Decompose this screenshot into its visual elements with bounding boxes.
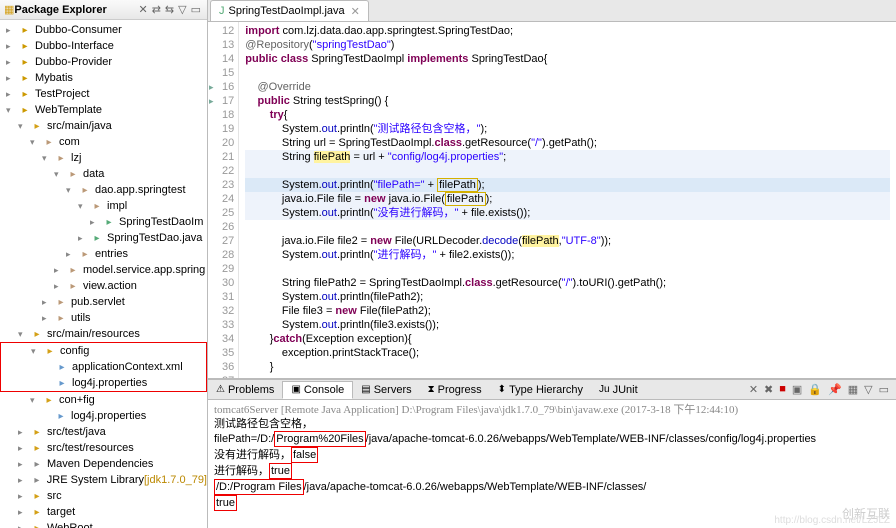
tree-node[interactable]: ▾▸con+fig: [0, 392, 207, 408]
tree-node[interactable]: ▾▸lzj: [0, 150, 207, 166]
close-tab-icon[interactable]: ✕: [351, 5, 360, 18]
panel-title: Package Explorer: [14, 4, 106, 16]
editor-tabbar: J SpringTestDaoImpl.java ✕: [208, 0, 896, 22]
bottom-tab-junit[interactable]: JuJUnit: [591, 382, 646, 398]
tree-node[interactable]: ▸▸src/test/java: [0, 424, 207, 440]
remove-all-icon[interactable]: ✖: [764, 383, 773, 396]
java-file-icon: J: [219, 5, 225, 17]
project-tree[interactable]: ▸▸Dubbo-Consumer▸▸Dubbo-Interface▸▸Dubbo…: [0, 20, 207, 528]
min-icon[interactable]: ▭: [191, 3, 201, 16]
clear-icon[interactable]: ▣: [792, 383, 802, 396]
tree-node[interactable]: ▸log4j.properties: [1, 375, 206, 391]
bottom-tab-problems[interactable]: ⚠Problems: [208, 382, 282, 398]
tree-node[interactable]: ▸log4j.properties: [0, 408, 207, 424]
console-output[interactable]: tomcat6Server [Remote Java Application] …: [208, 400, 896, 528]
tree-node[interactable]: ▾▸src/main/java: [0, 118, 207, 134]
package-explorer-icon: ▦: [4, 3, 14, 16]
main-area: J SpringTestDaoImpl.java ✕ 12131415▸16▸1…: [208, 0, 896, 528]
bottom-tab-progress[interactable]: ⧗Progress: [420, 382, 490, 398]
tree-node[interactable]: ▸▸TestProject: [0, 86, 207, 102]
tree-node[interactable]: ▸▸model.service.app.spring: [0, 262, 207, 278]
bottom-tab-servers[interactable]: ▤Servers: [353, 382, 419, 398]
link-icon[interactable]: ⇆: [165, 3, 174, 16]
tree-node[interactable]: ▾▸data: [0, 166, 207, 182]
bottom-panel: ⚠Problems▣Console▤Servers⧗Progress⬍Type …: [208, 378, 896, 528]
tree-node[interactable]: ▸▸SpringTestDao.java: [0, 230, 207, 246]
tree-node[interactable]: ▸applicationContext.xml: [1, 359, 206, 375]
code-area[interactable]: import com.lzj.data.dao.app.springtest.S…: [239, 22, 896, 378]
tree-node[interactable]: ▾▸dao.app.springtest: [0, 182, 207, 198]
remove-icon[interactable]: ✕: [749, 383, 758, 396]
tree-node[interactable]: ▾▸com: [0, 134, 207, 150]
editor-tab[interactable]: J SpringTestDaoImpl.java ✕: [210, 0, 369, 21]
console-header: tomcat6Server [Remote Java Application] …: [214, 403, 890, 417]
tree-node[interactable]: ▸▸src: [0, 488, 207, 504]
menu-icon[interactable]: ▽: [178, 3, 186, 16]
menu-icon[interactable]: ▽: [864, 383, 872, 396]
display-icon[interactable]: ▦: [848, 383, 858, 396]
scroll-lock-icon[interactable]: 🔒: [808, 383, 822, 396]
close-icon[interactable]: ✕: [138, 3, 147, 16]
tree-node[interactable]: ▸▸Maven Dependencies: [0, 456, 207, 472]
tree-node[interactable]: ▸▸WebRoot: [0, 520, 207, 528]
tree-node[interactable]: ▸▸Dubbo-Consumer: [0, 22, 207, 38]
tree-node[interactable]: ▸▸pub.servlet: [0, 294, 207, 310]
tree-node[interactable]: ▾▸config: [1, 343, 206, 359]
bottom-tabbar: ⚠Problems▣Console▤Servers⧗Progress⬍Type …: [208, 380, 896, 400]
tree-node[interactable]: ▸▸src/test/resources: [0, 440, 207, 456]
package-explorer-panel: ▦ Package Explorer ✕ ⇄ ⇆ ▽ ▭ ▸▸Dubbo-Con…: [0, 0, 208, 528]
line-numbers: 12131415▸16▸1718192021222324252627282930…: [208, 22, 239, 378]
tree-node[interactable]: ▸▸Mybatis: [0, 70, 207, 86]
bottom-tab-console[interactable]: ▣Console: [282, 381, 353, 399]
console-toolbar: ✕ ✖ ■ ▣ 🔒 📌 ▦ ▽ ▭: [746, 383, 896, 396]
tree-node[interactable]: ▸▸Dubbo-Interface: [0, 38, 207, 54]
pin-icon[interactable]: 📌: [828, 383, 842, 396]
collapse-icon[interactable]: ⇄: [152, 3, 161, 16]
min-icon[interactable]: ▭: [879, 383, 889, 396]
editor-tab-label: SpringTestDaoImpl.java: [229, 5, 345, 17]
tree-node[interactable]: ▾▸WebTemplate: [0, 102, 207, 118]
bottom-tab-type-hierarchy[interactable]: ⬍Type Hierarchy: [490, 382, 591, 398]
tree-node[interactable]: ▸▸SpringTestDaoIm: [0, 214, 207, 230]
tree-node[interactable]: ▸▸view.action: [0, 278, 207, 294]
tree-node[interactable]: ▸▸JRE System Library [jdk1.7.0_79]: [0, 472, 207, 488]
tree-node[interactable]: ▸▸entries: [0, 246, 207, 262]
terminate-icon[interactable]: ■: [779, 383, 786, 396]
panel-header: ▦ Package Explorer ✕ ⇄ ⇆ ▽ ▭: [0, 0, 207, 20]
code-editor[interactable]: 12131415▸16▸1718192021222324252627282930…: [208, 22, 896, 378]
watermark-url: http://blog.csdn.net/LZJLZ: [774, 515, 890, 526]
tree-node[interactable]: ▾▸impl: [0, 198, 207, 214]
tree-node[interactable]: ▸▸utils: [0, 310, 207, 326]
tree-node[interactable]: ▸▸target: [0, 504, 207, 520]
tree-node[interactable]: ▾▸src/main/resources: [0, 326, 207, 342]
tree-node[interactable]: ▸▸Dubbo-Provider: [0, 54, 207, 70]
